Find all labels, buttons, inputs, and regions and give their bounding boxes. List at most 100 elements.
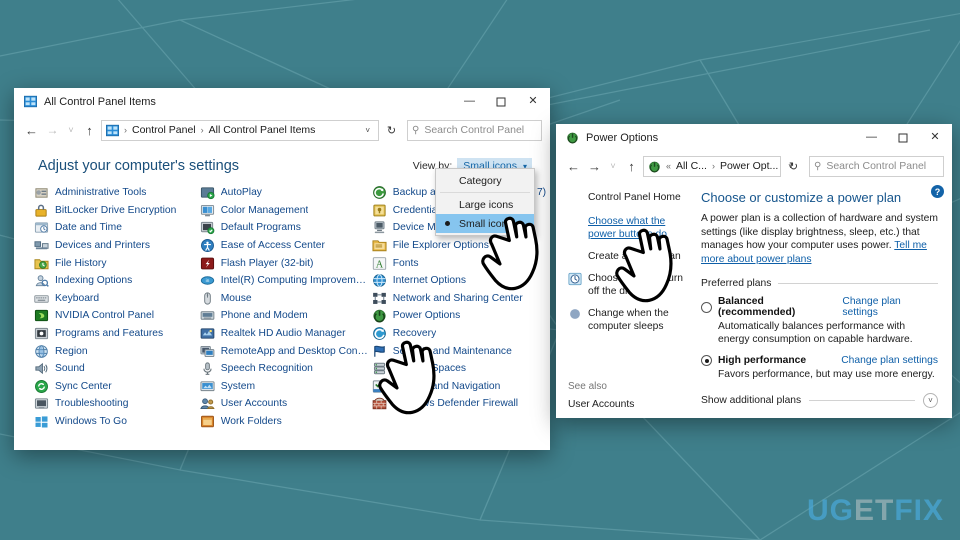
control-panel-item-keyboard[interactable]: Keyboard [34,290,200,308]
control-panel-item-administrative-tools[interactable]: Administrative Tools [34,184,200,202]
refresh-button[interactable]: ↻ [783,156,804,177]
windows-to-go-icon [35,416,48,428]
bitlocker-icon [35,204,47,217]
moon-icon [568,307,583,324]
control-panel-item-sound[interactable]: Sound [34,360,200,378]
control-panel-item-speech-recognition[interactable]: Speech Recognition [200,360,372,378]
minimize-button[interactable]: — [856,124,887,151]
all-control-panel-items-window[interactable]: All Control Panel Items — ✕ ← → ˅ ↑ › Co… [14,88,550,450]
power-plan-description: Favors performance, but may use more ene… [718,369,935,380]
control-panel-item-devices-and-printers[interactable]: Devices and Printers [34,237,200,255]
control-panel-item-work-folders[interactable]: Work Folders [200,413,372,431]
control-panel-item-sync-center[interactable]: Sync Center [34,378,200,396]
control-panel-item-indexing-options[interactable]: Indexing Options [34,272,200,290]
back-button[interactable]: ← [564,155,583,177]
sync-center-icon [35,379,48,393]
forward-button[interactable]: → [585,155,604,177]
control-panel-item-realtek-hd-audio-manager[interactable]: Realtek HD Audio Manager [200,325,372,343]
maximize-button[interactable] [485,88,516,115]
control-panel-item-flash-player-32-bit[interactable]: Flash Player (32-bit) [200,254,372,272]
control-panel-item-ease-of-access-center[interactable]: Ease of Access Center [200,237,372,255]
control-panel-navbar: ← → ˅ ↑ › Control Panel › All Control Pa… [14,115,550,145]
search-placeholder: Search Control Panel [424,124,525,136]
network-sharing-icon [372,292,386,304]
recent-locations-button[interactable]: ˅ [64,119,78,141]
programs-features-icon [34,327,49,340]
control-panel-titlebar[interactable]: All Control Panel Items — ✕ [14,88,550,115]
mouse-icon [203,292,211,305]
control-panel-item-troubleshooting[interactable]: Troubleshooting [34,395,200,413]
control-panel-item-mouse[interactable]: Mouse [200,290,372,308]
change-plan-settings-link[interactable]: Change plan settings [842,296,938,318]
file-history-icon [34,258,49,269]
control-panel-item-phone-and-modem[interactable]: Phone and Modem [200,307,372,325]
menu-divider [440,192,530,193]
control-panel-item-label: Color Management [220,204,309,216]
watermark-part-1: UG [806,494,854,527]
power-options-main: ? Choose or customize a power plan A pow… [695,181,952,418]
control-panel-item-programs-and-features[interactable]: Programs and Features [34,325,200,343]
see-also-link-user-accounts[interactable]: User Accounts [568,399,634,410]
forward-button[interactable]: → [43,119,62,141]
search-placeholder: Search Control Panel [826,160,927,172]
control-panel-item-default-programs[interactable]: Default Programs [200,219,372,237]
breadcrumb-current[interactable]: All Control Panel Items [209,124,316,136]
radio-balanced[interactable] [701,301,712,313]
recent-locations-button[interactable]: ˅ [606,155,620,177]
radio-high-performance[interactable] [701,355,712,366]
control-panel-item-autoplay[interactable]: AutoPlay [200,184,372,202]
control-panel-item-power-options[interactable]: Power Options [372,307,550,325]
control-panel-item-system[interactable]: System [200,378,372,396]
control-panel-item-intel-r-computing-improvement-pr[interactable]: in Intel(R) Computing Improvement Pr... [200,272,372,290]
intel-icon: in [200,276,214,285]
power-plan-balanced[interactable]: Balanced (recommended) Change plan setti… [701,296,938,346]
chevron-down-icon[interactable]: ˅ [923,393,938,408]
help-icon[interactable]: ? [931,185,944,198]
control-panel-item-windows-to-go[interactable]: Windows To Go [34,413,200,431]
close-button[interactable]: ✕ [516,88,550,115]
search-input[interactable]: ⚲ Search Control Panel [809,155,944,177]
breadcrumb-root[interactable]: Control Panel [132,124,196,136]
maximize-button[interactable] [887,124,918,151]
control-panel-item-remoteapp-and-desktop-connections[interactable]: RemoteApp and Desktop Connections [200,342,372,360]
control-panel-item-label: Indexing Options [55,275,133,287]
search-input[interactable]: ⚲ Search Control Panel [407,119,542,141]
power-options-navbar: ← → ˅ ↑ « All C... › Power Opt... ˅ ↻ ⚲ … [556,151,952,181]
back-button[interactable]: ← [22,119,41,141]
control-panel-item-region[interactable]: Region [34,342,200,360]
control-panel-item-label: NVIDIA Control Panel [55,310,155,322]
close-button[interactable]: ✕ [918,124,952,151]
control-panel-window-title: All Control Panel Items [44,95,156,108]
up-button[interactable]: ↑ [80,119,99,141]
address-bar[interactable]: › Control Panel › All Control Panel Item… [101,119,379,141]
power-options-titlebar[interactable]: Power Options — ✕ [556,124,952,151]
chevron-down-icon[interactable]: ˅ [359,126,376,135]
control-panel-item-nvidia-control-panel[interactable]: NVIDIA Control Panel [34,307,200,325]
control-panel-item-bitlocker-drive-encryption[interactable]: BitLocker Drive Encryption [34,202,200,220]
control-panel-item-label: Devices and Printers [55,240,150,252]
up-button[interactable]: ↑ [622,155,641,177]
breadcrumb-current[interactable]: Power Opt... [720,160,778,172]
minimize-button[interactable]: — [454,88,485,115]
control-panel-window-buttons: — ✕ [454,88,550,115]
sidebar-item-control-panel-home[interactable]: Control Panel Home [568,191,687,204]
control-panel-item-label: Troubleshooting [55,398,129,410]
breadcrumb-root[interactable]: All C... [676,160,707,172]
control-panel-item-user-accounts[interactable]: User Accounts [200,395,372,413]
control-panel-item-label: Internet Options [392,275,466,287]
power-plan-high-performance[interactable]: High performance Change plan settings Fa… [701,355,938,381]
control-panel-item-color-management[interactable]: Color Management [200,202,372,220]
show-additional-plans-row[interactable]: Show additional plans ˅ [701,393,938,408]
breadcrumb-overflow-chevrons[interactable]: « [665,161,672,171]
control-panel-item-file-history[interactable]: File History [34,254,200,272]
refresh-button[interactable]: ↻ [381,120,402,141]
autoplay-icon [200,187,215,200]
svg-text:in: in [205,278,209,283]
change-plan-settings-link[interactable]: Change plan settings [841,355,938,366]
radio-bullet-selected [442,221,453,226]
address-bar[interactable]: « All C... › Power Opt... ˅ [643,155,793,177]
control-panel-item-label: Flash Player (32-bit) [220,257,314,269]
sidebar-item-label: Control Panel Home [588,192,681,203]
control-panel-item-date-and-time[interactable]: Date and Time [34,219,200,237]
view-by-option-category[interactable]: Category [436,171,534,190]
